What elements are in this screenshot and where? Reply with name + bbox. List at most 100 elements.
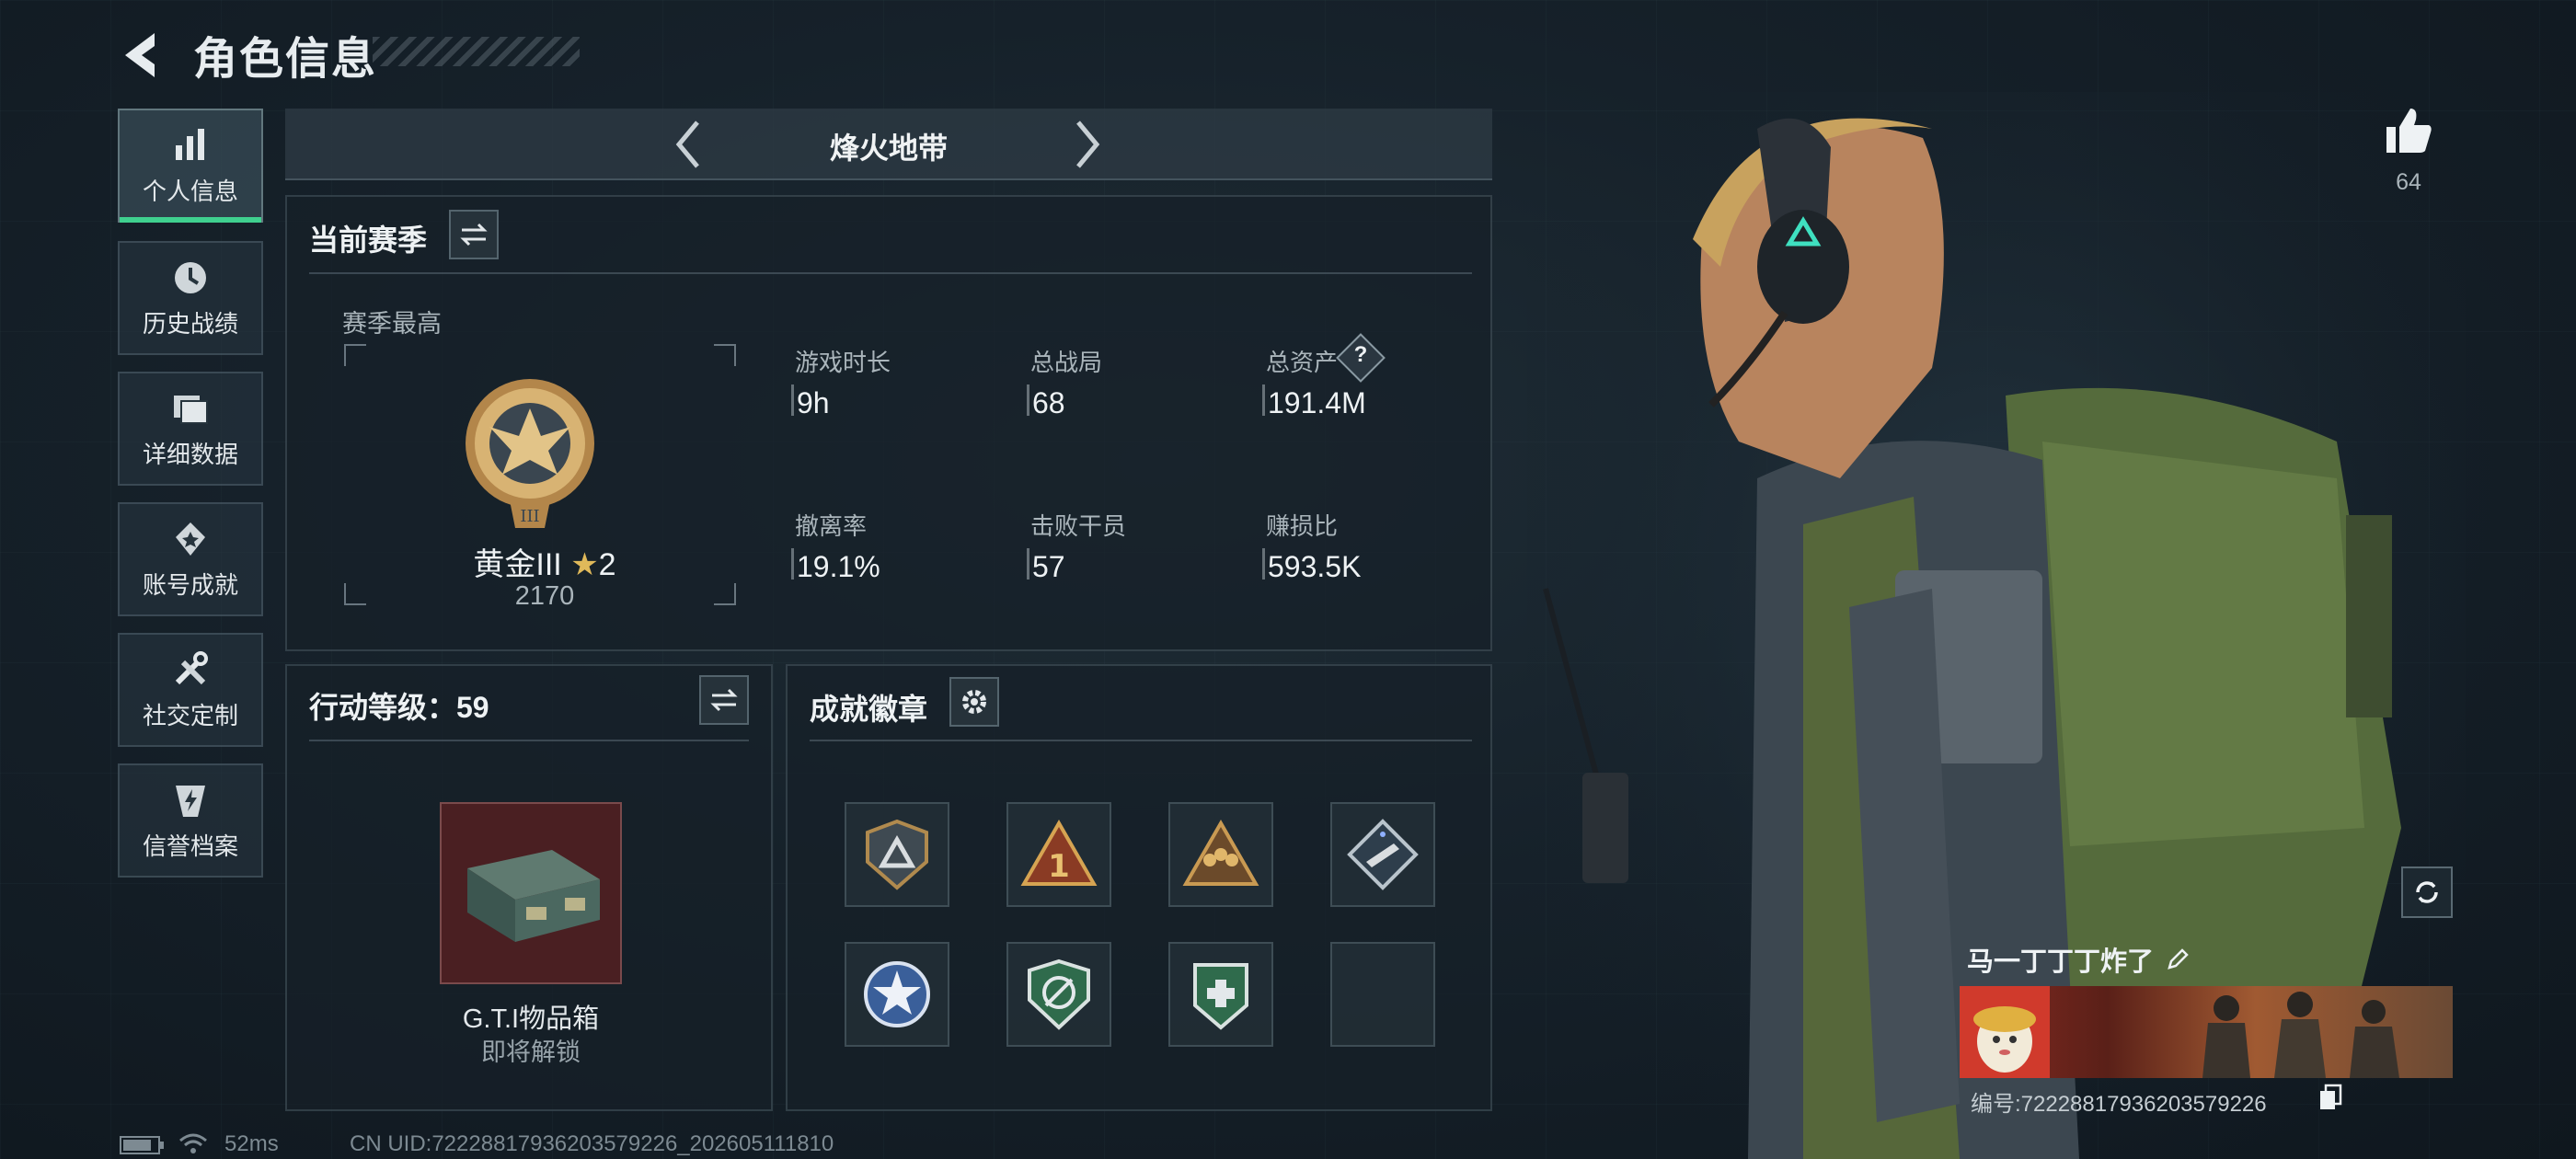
stat-divider <box>1262 384 1265 416</box>
rank-star-icon: ★ <box>570 547 599 582</box>
thumbs-up-icon[interactable] <box>2383 105 2434 156</box>
achievement-badge-empty[interactable] <box>1330 942 1435 1047</box>
banner-soldiers-icon <box>2202 992 2399 1078</box>
reward-item-card[interactable] <box>440 802 622 984</box>
stat-value: 68 <box>1032 386 1065 419</box>
achievements-title: 成就徽章 <box>810 693 928 726</box>
sidebar-item-personal-info[interactable]: 个人信息 <box>118 109 263 223</box>
sidebar-item-detail-data[interactable]: 详细数据 <box>118 372 263 486</box>
sidebar-item-label: 账号成就 <box>142 570 238 599</box>
stat-label: 击败干员 <box>1030 512 1127 540</box>
stat-value: 9h <box>797 386 830 419</box>
action-level-switch-button[interactable] <box>699 675 749 725</box>
tools-icon <box>175 650 208 684</box>
rank-name: 黄金III <box>473 547 562 582</box>
swap-icon <box>710 688 738 712</box>
refresh-icon <box>2416 881 2438 903</box>
sidebar-item-label: 信誉档案 <box>142 832 238 860</box>
divider <box>810 740 1472 741</box>
battery-icon <box>120 1136 164 1154</box>
achievement-badge[interactable]: 1 <box>1006 802 1111 907</box>
sidebar-item-label: 个人信息 <box>142 177 238 205</box>
sidebar-item-history[interactable]: 历史战绩 <box>118 241 263 355</box>
stat-divider <box>791 384 794 416</box>
edit-pencil-icon[interactable] <box>2166 947 2190 971</box>
reward-name: G.T.I物品箱 <box>462 1004 600 1034</box>
stat-divider <box>1027 548 1029 580</box>
avatar-mascot-icon <box>1973 1006 2036 1073</box>
player-avatar[interactable] <box>1960 986 2050 1078</box>
title-decoration <box>373 37 580 66</box>
stat-label: 游戏时长 <box>795 349 891 376</box>
gear-icon <box>962 690 986 714</box>
achievement-badge[interactable] <box>845 802 949 907</box>
frame-corner <box>344 344 366 366</box>
achievement-badge[interactable] <box>845 942 949 1047</box>
sidebar-item-credit[interactable]: 信誉档案 <box>118 763 263 878</box>
stat-label: 总资产 <box>1266 349 1339 376</box>
achievement-badge[interactable] <box>1330 802 1435 907</box>
frame-corner <box>344 583 366 605</box>
copy-icon[interactable] <box>2318 1084 2342 1111</box>
stat-label: 赚损比 <box>1266 512 1339 540</box>
squad-badge-icon <box>1182 819 1259 886</box>
bar-chart-icon <box>176 128 204 160</box>
ping-value: 52ms <box>224 1131 279 1156</box>
game-mode-name: 烽火地带 <box>829 132 948 165</box>
stat-divider <box>791 548 794 580</box>
rank-score: 2170 <box>514 581 575 611</box>
stat-label: 总战局 <box>1030 349 1103 376</box>
season-panel: 当前赛季 赛季最高 III 黄金III ★2 2170 游戏时长 9h 总战局 … <box>285 195 1492 651</box>
stat-value: 19.1% <box>797 550 880 583</box>
uid-text: CN UID:72228817936203579226_202605111810 <box>350 1131 834 1156</box>
stat-label: 撤离率 <box>795 512 868 540</box>
stat-value: 57 <box>1032 550 1065 583</box>
achievements-settings-button[interactable] <box>949 677 999 727</box>
rank-stars: 2 <box>598 547 616 582</box>
player-id: 编号:72228817936203579226 <box>1971 1092 2267 1117</box>
help-mark: ? <box>1353 342 1368 367</box>
item-crate-icon <box>467 850 600 942</box>
triangle-shield-badge-icon <box>866 819 928 890</box>
achievements-panel: 成就徽章 1 <box>786 664 1492 1111</box>
action-level-panel: 行动等级：59 G.T.I物品箱 即将解锁 <box>285 664 773 1111</box>
frame-corner <box>714 583 736 605</box>
stat-divider <box>1262 548 1265 580</box>
frame-corner <box>714 344 736 366</box>
sidebar-item-label: 社交定制 <box>142 701 238 729</box>
achievement-badge[interactable] <box>1006 942 1111 1047</box>
svg-text:III: III <box>520 507 539 526</box>
crosshair-shield-badge-icon <box>1028 958 1090 1030</box>
game-mode-bar: 烽火地带 <box>285 109 1492 180</box>
player-name: 马一丁丁丁炸了 <box>1967 947 2155 977</box>
sidebar-item-achievements[interactable]: 账号成就 <box>118 502 263 616</box>
swap-icon <box>460 223 488 247</box>
achievement-badge[interactable] <box>1168 942 1273 1047</box>
sidebar-item-label: 详细数据 <box>142 440 238 468</box>
chevron-right-icon[interactable] <box>1069 117 1106 172</box>
shield-bolt-icon <box>176 785 205 817</box>
clock-icon <box>175 261 206 293</box>
page-title: 角色信息 <box>193 35 378 84</box>
medal-icon <box>176 522 205 556</box>
divider <box>309 740 749 741</box>
rotate-model-button[interactable] <box>2401 866 2453 918</box>
achievement-badge[interactable] <box>1168 802 1273 907</box>
rank-one-badge-icon: 1 <box>1020 819 1098 886</box>
season-switch-button[interactable] <box>449 210 499 259</box>
stat-divider <box>1027 384 1029 416</box>
rocket-badge-icon <box>1347 819 1419 890</box>
svg-text:1: 1 <box>1048 848 1070 885</box>
divider <box>309 272 1472 274</box>
action-level-title: 行动等级：59 <box>309 691 489 724</box>
season-title: 当前赛季 <box>309 224 428 257</box>
back-arrow-icon[interactable] <box>118 28 164 83</box>
sidebar-item-label: 历史战绩 <box>142 309 238 338</box>
player-banner[interactable] <box>1960 986 2453 1078</box>
stat-value: 191.4M <box>1268 386 1366 419</box>
like-count: 64 <box>2396 169 2421 195</box>
stat-value: 593.5K <box>1268 550 1362 583</box>
sidebar-item-social[interactable]: 社交定制 <box>118 633 263 747</box>
season-best-label: 赛季最高 <box>342 310 442 338</box>
medic-shield-badge-icon <box>1193 963 1248 1030</box>
